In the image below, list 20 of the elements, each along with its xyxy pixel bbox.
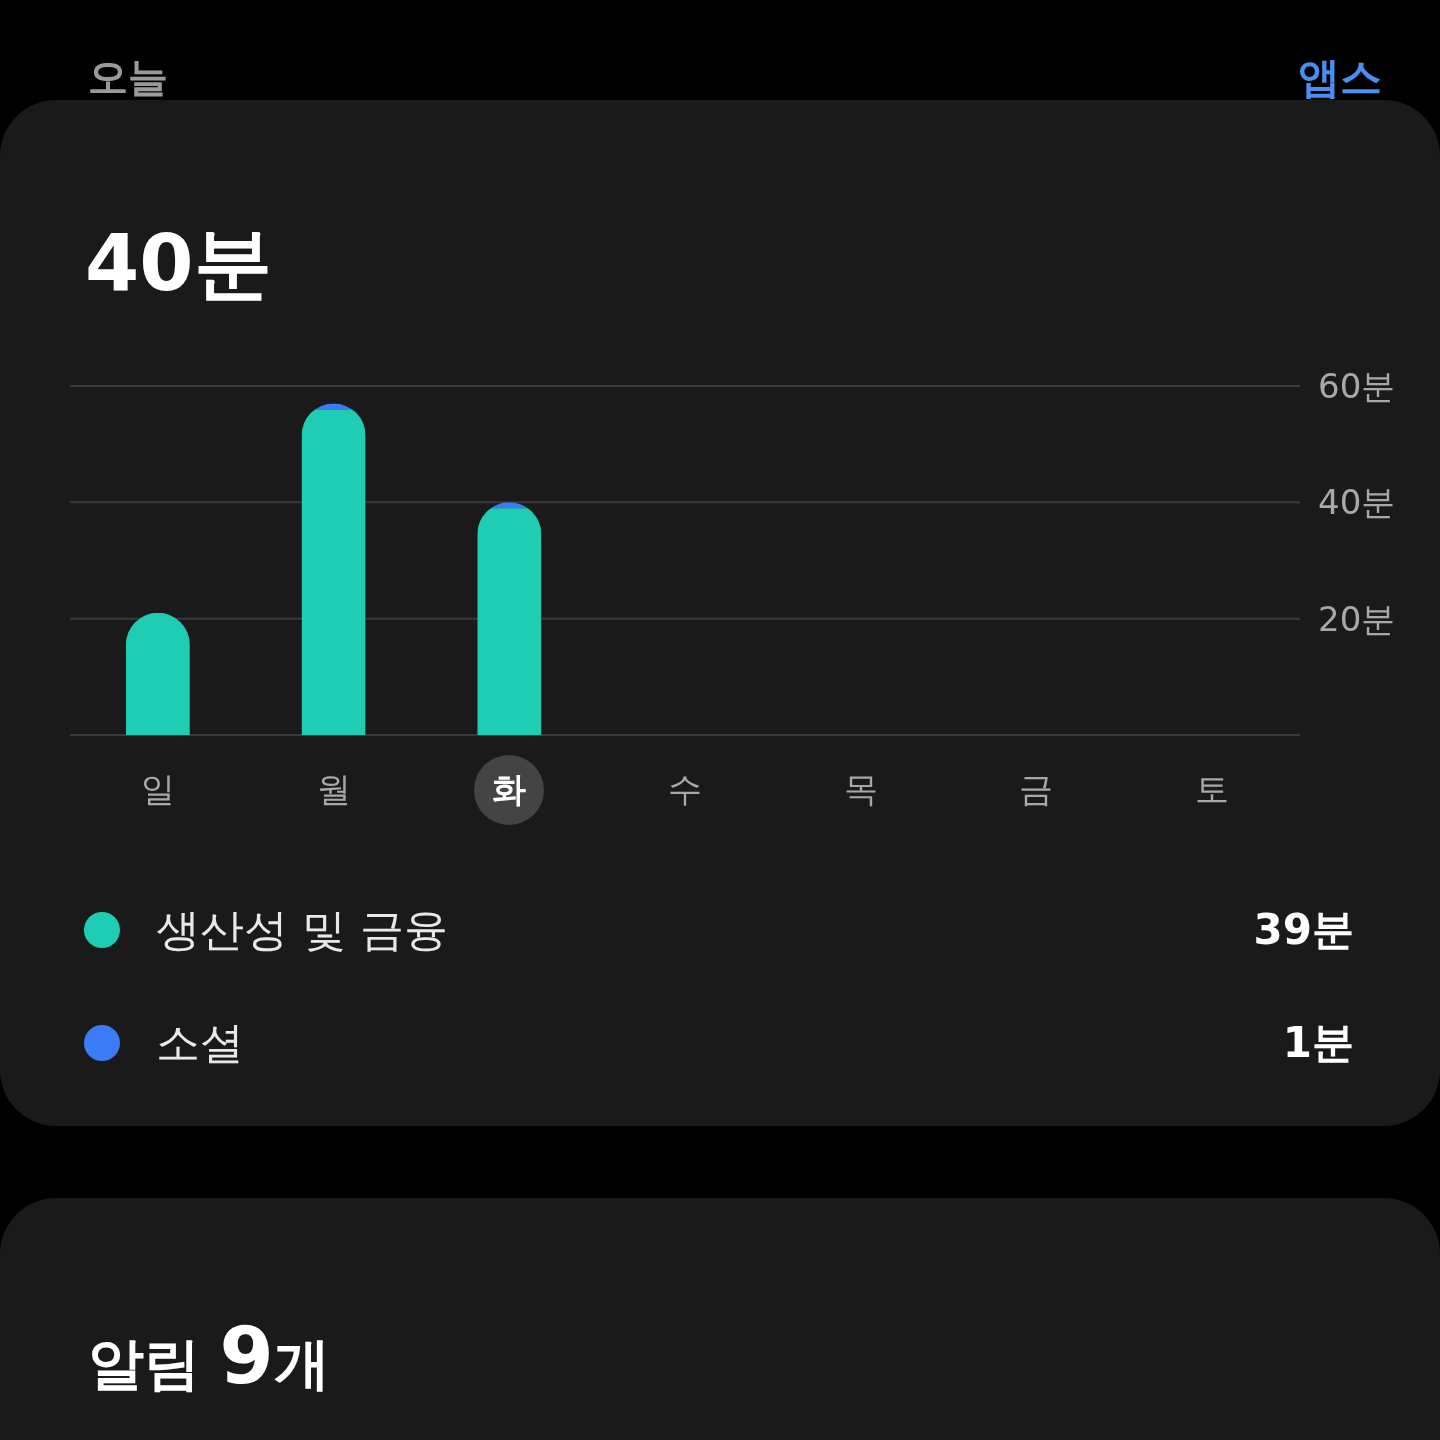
category-label: 소셜 bbox=[156, 1015, 245, 1070]
axis-label: 60분 bbox=[1318, 366, 1396, 406]
notifications-count: 알림 9개 bbox=[88, 1316, 331, 1403]
axis-label: 20분 bbox=[1318, 598, 1396, 639]
legend-dot bbox=[84, 912, 120, 948]
legend-dot bbox=[84, 1025, 120, 1061]
day-tab[interactable]: 목 bbox=[825, 755, 896, 825]
category-time: 39분 bbox=[1253, 904, 1354, 956]
section-title: 오늘 bbox=[88, 53, 168, 102]
day-tab[interactable]: 금 bbox=[1001, 755, 1072, 825]
day-tab[interactable]: 월 bbox=[298, 755, 369, 825]
day-tab[interactable]: 일 bbox=[122, 755, 193, 825]
apps-link[interactable]: 앱스 bbox=[1298, 50, 1382, 106]
day-tab[interactable]: 화 bbox=[474, 755, 545, 825]
day-tab[interactable]: 수 bbox=[649, 755, 720, 825]
total-time: 40분 bbox=[84, 218, 273, 308]
category-label: 생산성 및 금융 bbox=[156, 902, 449, 957]
axis-label: 40분 bbox=[1318, 482, 1396, 523]
category-time: 1분 bbox=[1282, 1017, 1354, 1069]
day-tab[interactable]: 토 bbox=[1176, 755, 1247, 825]
